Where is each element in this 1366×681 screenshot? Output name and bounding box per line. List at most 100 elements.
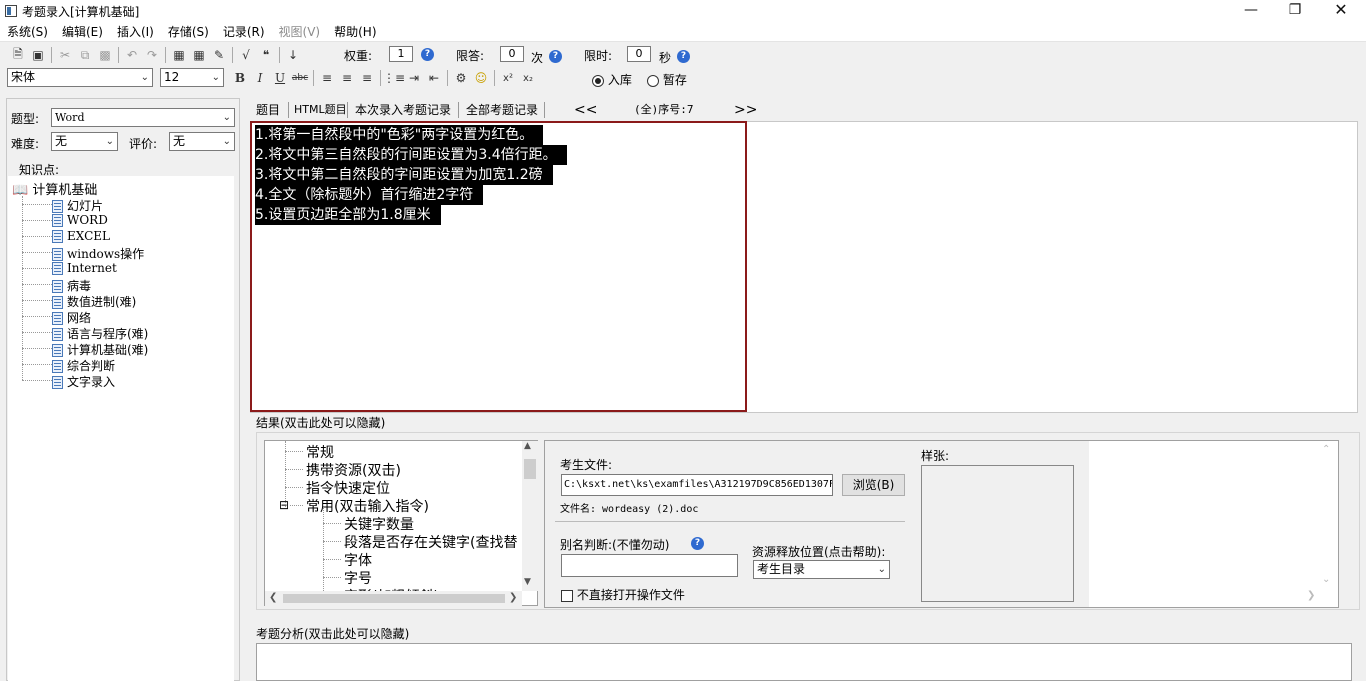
paste-icon[interactable]: ▩ (95, 46, 115, 64)
tree-item[interactable]: WORD (52, 213, 108, 227)
help-icon[interactable]: ? (691, 537, 704, 550)
bullet-list-icon[interactable]: ⋮≡ (383, 69, 405, 87)
tree-item[interactable]: windows操作 (52, 245, 144, 262)
font-size-select[interactable]: 12 ⌄ (160, 68, 224, 87)
minimize-button[interactable]: — (1228, 0, 1274, 22)
cut-icon[interactable]: ✂ (55, 46, 75, 64)
search-icon[interactable]: ⚙ (451, 69, 471, 87)
command-item[interactable]: 常用(双击输入指令) (306, 496, 429, 516)
menu-insert[interactable]: 插入(I) (110, 22, 161, 42)
outdent-icon[interactable]: ⇤ (424, 69, 444, 87)
difficulty-select[interactable]: 无 ⌄ (51, 132, 118, 151)
menu-view[interactable]: 视图(V) (272, 22, 328, 42)
tree-item[interactable]: Internet (52, 261, 117, 275)
menu-system[interactable]: 系统(S) (0, 22, 55, 42)
copy-icon[interactable]: ⧉ (75, 46, 95, 64)
align-left-icon[interactable]: ≡ (317, 69, 337, 87)
vertical-scrollbar[interactable]: ▲ ▼ (522, 441, 538, 591)
align-right-icon[interactable]: ≡ (357, 69, 377, 87)
type-select[interactable]: Word ⌄ (51, 108, 235, 127)
scroll-up-icon[interactable]: ⌃ (1322, 444, 1330, 455)
time-limit-input[interactable]: 0 (627, 46, 651, 62)
tree-item[interactable]: 数值进制(难) (52, 293, 136, 310)
redo-icon[interactable]: ↷ (142, 46, 162, 64)
command-item[interactable]: 段落是否存在关键字(查找替 (344, 532, 517, 552)
command-tree[interactable]: 常规 携带资源(双击) 指令快速定位 常用(双击输入指令) ⊟ 关键字数量 段落是否存在关键… (264, 440, 538, 606)
tab-question[interactable]: 题目 (252, 100, 284, 120)
indent-icon[interactable]: ⇥ (404, 69, 424, 87)
comma-icon[interactable]: ❝ (256, 46, 276, 64)
tab-all-records[interactable]: 全部考题记录 (462, 100, 542, 120)
horizontal-scrollbar[interactable]: ❮ ❯ (265, 591, 522, 606)
command-item[interactable]: 关键字数量 (344, 514, 414, 534)
analysis-editor[interactable] (256, 643, 1352, 681)
tab-session-records[interactable]: 本次录入考题记录 (351, 100, 455, 120)
save-icon[interactable]: ▣ (28, 46, 48, 64)
tree-root[interactable]: 📖 计算机基础 (12, 179, 97, 198)
browse-button[interactable]: 浏览(B) (842, 474, 905, 496)
command-item[interactable]: 携带资源(双击) (306, 460, 401, 480)
strikethrough-button[interactable]: abc (290, 69, 310, 87)
limit-input[interactable]: 0 (500, 46, 524, 62)
bold-button[interactable]: B (230, 69, 250, 87)
help-icon[interactable]: ? (421, 48, 434, 61)
rating-select[interactable]: 无 ⌄ (169, 132, 235, 151)
menu-record[interactable]: 记录(R) (216, 22, 272, 42)
align-center-icon[interactable]: ≡ (337, 69, 357, 87)
tree-root-label: 计算机基础 (32, 183, 98, 198)
tree-item[interactable]: 语言与程序(难) (52, 325, 148, 342)
alias-input[interactable] (561, 554, 738, 577)
tree-item[interactable]: 综合判断 (52, 357, 115, 374)
menu-edit[interactable]: 编辑(E) (55, 22, 110, 42)
scroll-down-icon[interactable]: ⌄ (1322, 574, 1330, 585)
no-open-checkbox[interactable]: 不直接打开操作文件 (561, 586, 685, 603)
menu-help[interactable]: 帮助(H) (327, 22, 383, 42)
table-icon[interactable]: ▦ (189, 46, 209, 64)
help-icon[interactable]: ? (677, 50, 690, 63)
command-item[interactable]: 指令快速定位 (306, 478, 390, 498)
examinee-file-input[interactable]: C:\ksxt.net\ks\examfiles\A312197D9C856ED… (561, 474, 833, 496)
underline-button[interactable]: U (270, 69, 290, 87)
command-item[interactable]: 字号 (344, 568, 372, 588)
knowledge-tree[interactable]: 📖 计算机基础 幻灯片 WORD EXCEL windows操作 Internet 病毒数… (8, 176, 234, 681)
close-button[interactable]: ✕ (1318, 0, 1364, 22)
subscript-button[interactable]: x₂ (518, 69, 538, 87)
difficulty-label: 难度: (11, 137, 40, 151)
tree-item[interactable]: 幻灯片 (52, 197, 103, 214)
command-item[interactable]: 字体 (344, 550, 372, 570)
command-item[interactable]: 常规 (306, 442, 334, 462)
analysis-section-label[interactable]: 考题分析(双击此处可以隐藏) (256, 625, 409, 642)
radio-draft-indicator[interactable] (647, 74, 659, 87)
prev-button[interactable]: << (570, 100, 601, 120)
tab-html-question[interactable]: HTML题目 (290, 100, 351, 120)
radio-store-indicator[interactable] (592, 74, 604, 87)
tree-item[interactable]: EXCEL (52, 229, 110, 243)
download-icon[interactable]: ↓ (283, 46, 303, 64)
tree-item[interactable]: 病毒 (52, 277, 91, 294)
weight-input[interactable]: 1 (389, 46, 413, 62)
italic-button[interactable]: I (250, 69, 270, 87)
new-file-icon[interactable]: 🗎 (8, 46, 28, 64)
radio-draft[interactable]: 暂存 (647, 71, 687, 88)
superscript-button[interactable]: x² (498, 69, 518, 87)
insert-object-icon[interactable]: ✎ (209, 46, 229, 64)
radio-store[interactable]: 入库 (592, 71, 632, 88)
sample-label: 样张: (921, 449, 950, 463)
help-icon[interactable]: ? (549, 50, 562, 63)
tree-item[interactable]: 计算机基础(难) (52, 341, 148, 358)
resource-location-select[interactable]: 考生目录 ⌄ (753, 560, 890, 579)
undo-icon[interactable]: ↶ (122, 46, 142, 64)
image-icon[interactable]: ▦ (169, 46, 189, 64)
restore-button[interactable]: ❐ (1272, 0, 1318, 22)
menu-storage[interactable]: 存储(S) (161, 22, 216, 42)
resource-location-label[interactable]: 资源释放位置(点击帮助): (752, 543, 885, 560)
emoticon-icon[interactable]: ☺ (471, 69, 491, 87)
scroll-right-icon[interactable]: ❯ (1307, 590, 1315, 601)
font-family-select[interactable]: 宋体 ⌄ (7, 68, 153, 87)
checkbox-box[interactable] (561, 589, 573, 602)
result-section-label[interactable]: 结果(双击此处可以隐藏) (256, 414, 385, 431)
tree-item[interactable]: 网络 (52, 309, 91, 326)
tree-item[interactable]: 文字录入 (52, 373, 115, 390)
next-button[interactable]: >> (730, 100, 761, 120)
formula-icon[interactable]: √ (236, 46, 256, 64)
